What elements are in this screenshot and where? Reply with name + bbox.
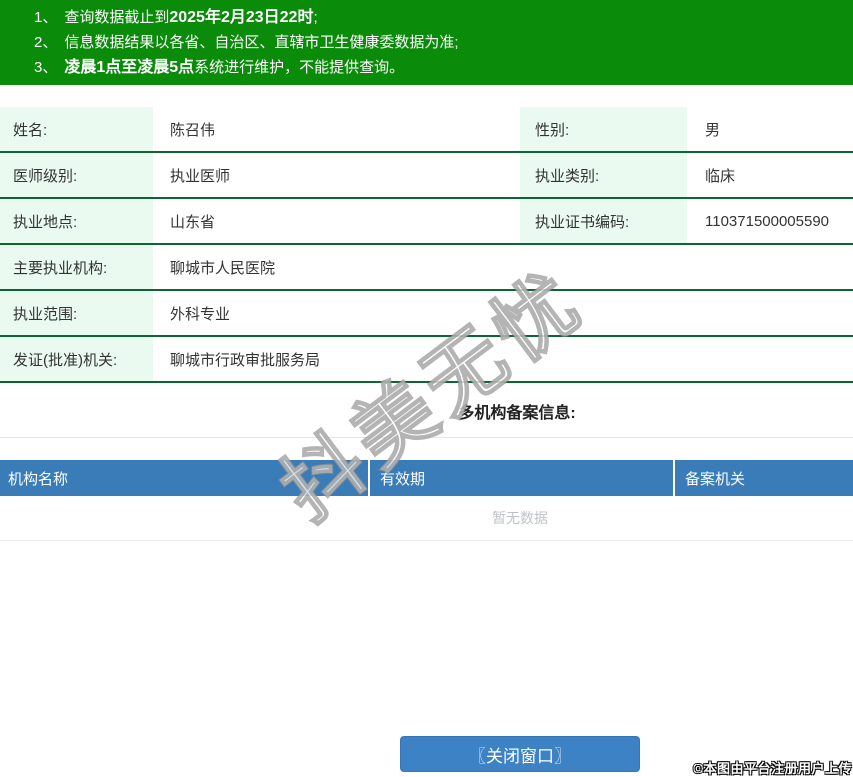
field-label-main-institution: 主要执业机构: (0, 245, 153, 289)
notice-line-3: 3、 凌晨1点至凌晨5点系统进行维护，不能提供查询。 (34, 55, 853, 80)
filing-table-bottom-border (0, 540, 853, 541)
notice-text: 系统进行维护，不能提供查询。 (194, 59, 405, 76)
field-value-practice-category: 临床 (705, 167, 736, 185)
table-row: 发证(批准)机关: 聊城市行政审批服务局 (0, 337, 853, 383)
filing-table-header: 机构名称 有效期 备案机关 (0, 460, 853, 496)
field-value-gender: 男 (705, 121, 721, 139)
copyright-watermark-text: ©本图由平台注册用户上传 (693, 761, 852, 776)
field-value-doctor-level: 执业医师 (170, 167, 231, 185)
field-value-name: 陈召伟 (170, 121, 216, 139)
filing-table-empty-text: 暂无数据 (492, 510, 548, 526)
notice-line-1: 1、 查询数据截止到2025年2月23日22时; (34, 5, 853, 30)
filing-section-title: 多机构备案信息: (458, 405, 576, 422)
field-label-practice-scope: 执业范围: (0, 291, 153, 335)
field-value-issuing-authority: 聊城市行政审批服务局 (170, 351, 321, 369)
column-header-institution-name: 机构名称 (8, 470, 69, 488)
notice-text: ; (313, 9, 318, 26)
notice-line-2: 2、 信息数据结果以各省、自治区、直辖市卫生健康委数据为准; (34, 30, 853, 55)
field-label-issuing-authority: 发证(批准)机关: (0, 337, 153, 381)
notice-text-bold: 2025年2月23日22时 (169, 9, 314, 26)
notice-line-number: 2、 (34, 34, 58, 51)
field-label-practice-location: 执业地点: (0, 199, 153, 243)
doctor-info-table: 姓名: 陈召伟 性别: 男 医师级别: 执业医师 执业类别: 临床 执业地点: … (0, 107, 853, 383)
field-value-practice-location: 山东省 (170, 213, 216, 231)
column-header-validity-period: 有效期 (368, 460, 673, 496)
table-row: 执业地点: 山东省 执业证书编码: 110371500005590 (0, 199, 853, 245)
table-row: 医师级别: 执业医师 执业类别: 临床 (0, 153, 853, 199)
field-label-practice-category: 执业类别: (520, 153, 687, 197)
field-value-main-institution: 聊城市人民医院 (170, 259, 276, 277)
table-row: 姓名: 陈召伟 性别: 男 (0, 107, 853, 153)
notice-line-number: 3、 (34, 59, 58, 76)
notice-text: 查询数据截止到 (64, 9, 170, 26)
field-label-doctor-level: 医师级别: (0, 153, 153, 197)
doctor-registration-query-page: 1、 查询数据截止到2025年2月23日22时; 2、 信息数据结果以各省、自治区、… (0, 0, 853, 777)
field-label-name: 姓名: (0, 107, 153, 151)
close-window-button[interactable]: 〖关闭窗口〗 (400, 736, 640, 772)
notice-text: 信息数据结果以各省、自治区、直辖市卫生健康委数据为准; (64, 34, 459, 51)
notice-banner: 1、 查询数据截止到2025年2月23日22时; 2、 信息数据结果以各省、自治区、… (0, 0, 853, 85)
field-label-gender: 性别: (520, 107, 687, 151)
section-divider (0, 437, 853, 438)
field-label-certificate-number: 执业证书编码: (520, 199, 687, 243)
column-header-filing-authority: 备案机关 (673, 460, 853, 496)
table-row: 执业范围: 外科专业 (0, 291, 853, 337)
notice-text-bold: 凌晨1点至凌晨5点 (64, 59, 195, 76)
table-row: 主要执业机构: 聊城市人民医院 (0, 245, 853, 291)
notice-line-number: 1、 (34, 9, 58, 26)
field-value-certificate-number: 110371500005590 (705, 212, 830, 230)
field-value-practice-scope: 外科专业 (170, 305, 231, 323)
